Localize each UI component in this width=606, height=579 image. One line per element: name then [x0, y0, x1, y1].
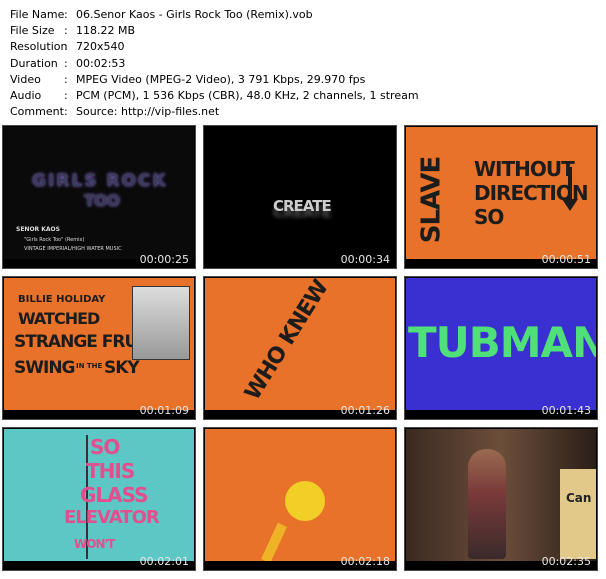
arrow-head-icon — [562, 199, 578, 211]
timestamp: 00:01:43 — [541, 404, 591, 417]
timestamp: 00:00:25 — [139, 253, 189, 266]
yellow-trail-graphic — [261, 522, 287, 561]
info-label: Duration — [10, 56, 58, 70]
thumbnail-7[interactable]: SO THIS GLASS ELEVATOR WON'T 00:02:01 — [2, 427, 196, 571]
thumb-line-1: WITHOUT — [474, 157, 575, 181]
thumb-credit-artist: SENOR KAOS — [16, 226, 60, 233]
timestamp: 00:00:34 — [340, 253, 390, 266]
thumb-title-text: CREATE — [273, 197, 332, 215]
dancer-figure — [468, 449, 506, 559]
info-separator: : — [64, 105, 68, 119]
info-value: PCM (PCM), 1 536 Kbps (CBR), 48.0 KHz, 2… — [76, 88, 419, 102]
timestamp: 00:01:09 — [139, 404, 189, 417]
timestamp: 00:02:18 — [340, 555, 390, 568]
thumbnail-4[interactable]: BILLIE HOLIDAY WATCHED STRANGE FRUIT SWI… — [2, 276, 196, 420]
thumb-credit-song: "Girls Rock Too" (Remix) — [24, 237, 85, 243]
timestamp: 00:02:35 — [541, 555, 591, 568]
thumb-line-3: GLASS — [80, 483, 149, 507]
info-value: 720x540 — [76, 40, 125, 54]
thumbnail-5[interactable]: WHO KNEW 00:01:26 — [203, 276, 397, 420]
thumb-line-4: ELEVATOR — [64, 507, 160, 528]
info-label: Resolution — [10, 40, 68, 54]
info-row: File Size:118.22 MB — [10, 23, 419, 39]
info-value: 118.22 MB — [76, 24, 136, 38]
thumbnail-8[interactable]: 00:02:18 — [203, 427, 397, 571]
portrait-photo — [132, 286, 190, 360]
yellow-circle-graphic — [285, 481, 325, 521]
info-row: File Name:06.Senor Kaos - Girls Rock Too… — [10, 7, 419, 23]
thumb-line-6: SKY — [104, 358, 140, 378]
thumb-title-text: TUBMAN — [408, 318, 596, 367]
thumb-line-2: THIS — [86, 459, 135, 483]
info-value: 00:02:53 — [76, 56, 126, 70]
poster-text: Can — [566, 491, 592, 505]
thumbnail-2[interactable]: CREATE 00:00:34 — [203, 125, 397, 269]
thumbnail-1[interactable]: GIRLS ROCK TOO SENOR KAOS "Girls Rock To… — [2, 125, 196, 269]
thumb-line-1: SO — [90, 435, 120, 459]
info-row: Duration:00:02:53 — [10, 56, 419, 72]
info-label: Audio — [10, 88, 42, 102]
info-value: MPEG Video (MPEG-2 Video), 3 791 Kbps, 2… — [76, 72, 366, 86]
thumbnail-6[interactable]: TUBMAN 00:01:43 — [404, 276, 598, 420]
timestamp: 00:02:01 — [139, 555, 189, 568]
thumb-line-5: IN THE — [76, 362, 103, 370]
thumb-title-text: GIRLS ROCK — [32, 171, 168, 191]
timestamp: 00:01:26 — [340, 404, 390, 417]
thumb-line-2: WATCHED — [18, 309, 100, 328]
info-separator: : — [64, 8, 68, 21]
info-row: Resolution:720x540 — [10, 39, 419, 55]
thumb-line-4: SWING — [14, 358, 76, 378]
info-label: Video — [10, 72, 41, 86]
info-label: Comment — [10, 105, 64, 119]
info-separator: : — [64, 24, 68, 38]
info-separator: : — [64, 72, 68, 86]
info-value: Source: http://vip-files.net — [76, 105, 220, 119]
info-separator: : — [64, 88, 68, 102]
info-row: Audio: PCM (PCM), 1 536 Kbps (CBR), 48.0 … — [10, 88, 419, 104]
info-separator: : — [64, 56, 68, 70]
timestamp: 00:00:51 — [541, 253, 591, 266]
thumbnail-3[interactable]: SLAVE WITHOUT DIRECTION SO 00:00:51 — [404, 125, 598, 269]
info-separator: : — [64, 40, 68, 54]
file-info: File Name:06.Senor Kaos - Girls Rock Too… — [10, 7, 419, 120]
arrow-down-icon — [568, 167, 572, 203]
info-value: 06.Senor Kaos - Girls Rock Too (Remix).v… — [76, 8, 313, 21]
info-label: File Name — [10, 8, 65, 21]
poster-graphic — [560, 469, 596, 559]
thumb-rotated-text: SLAVE — [416, 156, 447, 244]
thumb-credit-label: VINTAGE IMPERIAL/HIGH WATER MUSIC — [24, 246, 122, 252]
thumb-line-3: SO — [474, 205, 504, 229]
thumb-subtitle-text: TOO — [84, 191, 120, 210]
thumbnail-9[interactable]: Can 00:02:35 — [404, 427, 598, 571]
thumb-line-5: WON'T — [74, 537, 115, 551]
thumb-title-text: WHO KNEW — [240, 278, 334, 405]
info-row: Comment: Source: http://vip-files.net — [10, 104, 419, 120]
info-row: Video: MPEG Video (MPEG-2 Video), 3 791 K… — [10, 72, 419, 88]
thumb-line-1: BILLIE HOLIDAY — [18, 294, 106, 305]
info-label: File Size — [10, 24, 55, 38]
